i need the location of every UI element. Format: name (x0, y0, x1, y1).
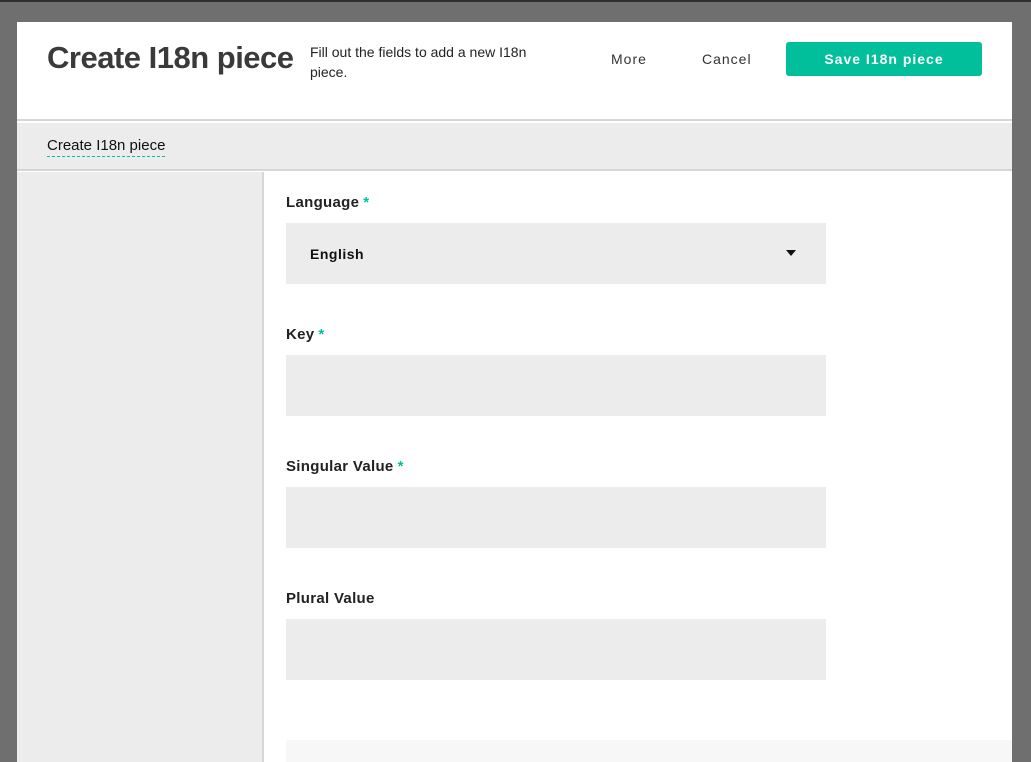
window-top-edge (0, 0, 1031, 2)
modal-header: Create I18n piece Fill out the fields to… (17, 22, 1012, 121)
language-label: Language * (286, 194, 369, 211)
singular-value-label: Singular Value * (286, 458, 404, 475)
form-footer (286, 740, 1012, 762)
cancel-button[interactable]: Cancel (702, 51, 752, 67)
chevron-down-icon (786, 250, 796, 256)
plural-value-label-text: Plural Value (286, 590, 375, 607)
page-title: Create I18n piece (47, 40, 294, 75)
create-piece-modal: Create I18n piece Fill out the fields to… (17, 22, 1012, 762)
required-marker: * (397, 458, 404, 475)
language-select[interactable]: English (286, 223, 826, 284)
language-select-value: English (310, 246, 365, 262)
plural-value-input[interactable] (286, 619, 826, 680)
piece-form: Language * English Key * Singular Value * P… (286, 172, 1012, 762)
required-marker: * (318, 326, 325, 343)
required-marker: * (363, 194, 370, 211)
tab-create-piece[interactable]: Create I18n piece (47, 137, 166, 157)
plural-value-label: Plural Value (286, 590, 375, 607)
singular-value-input[interactable] (286, 487, 826, 548)
key-input[interactable] (286, 355, 826, 416)
key-label: Key * (286, 326, 325, 343)
key-label-text: Key (286, 326, 315, 343)
sidebar (17, 172, 264, 762)
save-button-label: Save I18n piece (824, 51, 944, 67)
singular-value-label-text: Singular Value (286, 458, 394, 475)
tab-bar: Create I18n piece (17, 123, 1012, 171)
page-description: Fill out the fields to add a new I18n pi… (310, 44, 527, 80)
more-button[interactable]: More (611, 51, 647, 67)
save-button[interactable]: Save I18n piece (786, 42, 982, 76)
language-label-text: Language (286, 194, 360, 211)
